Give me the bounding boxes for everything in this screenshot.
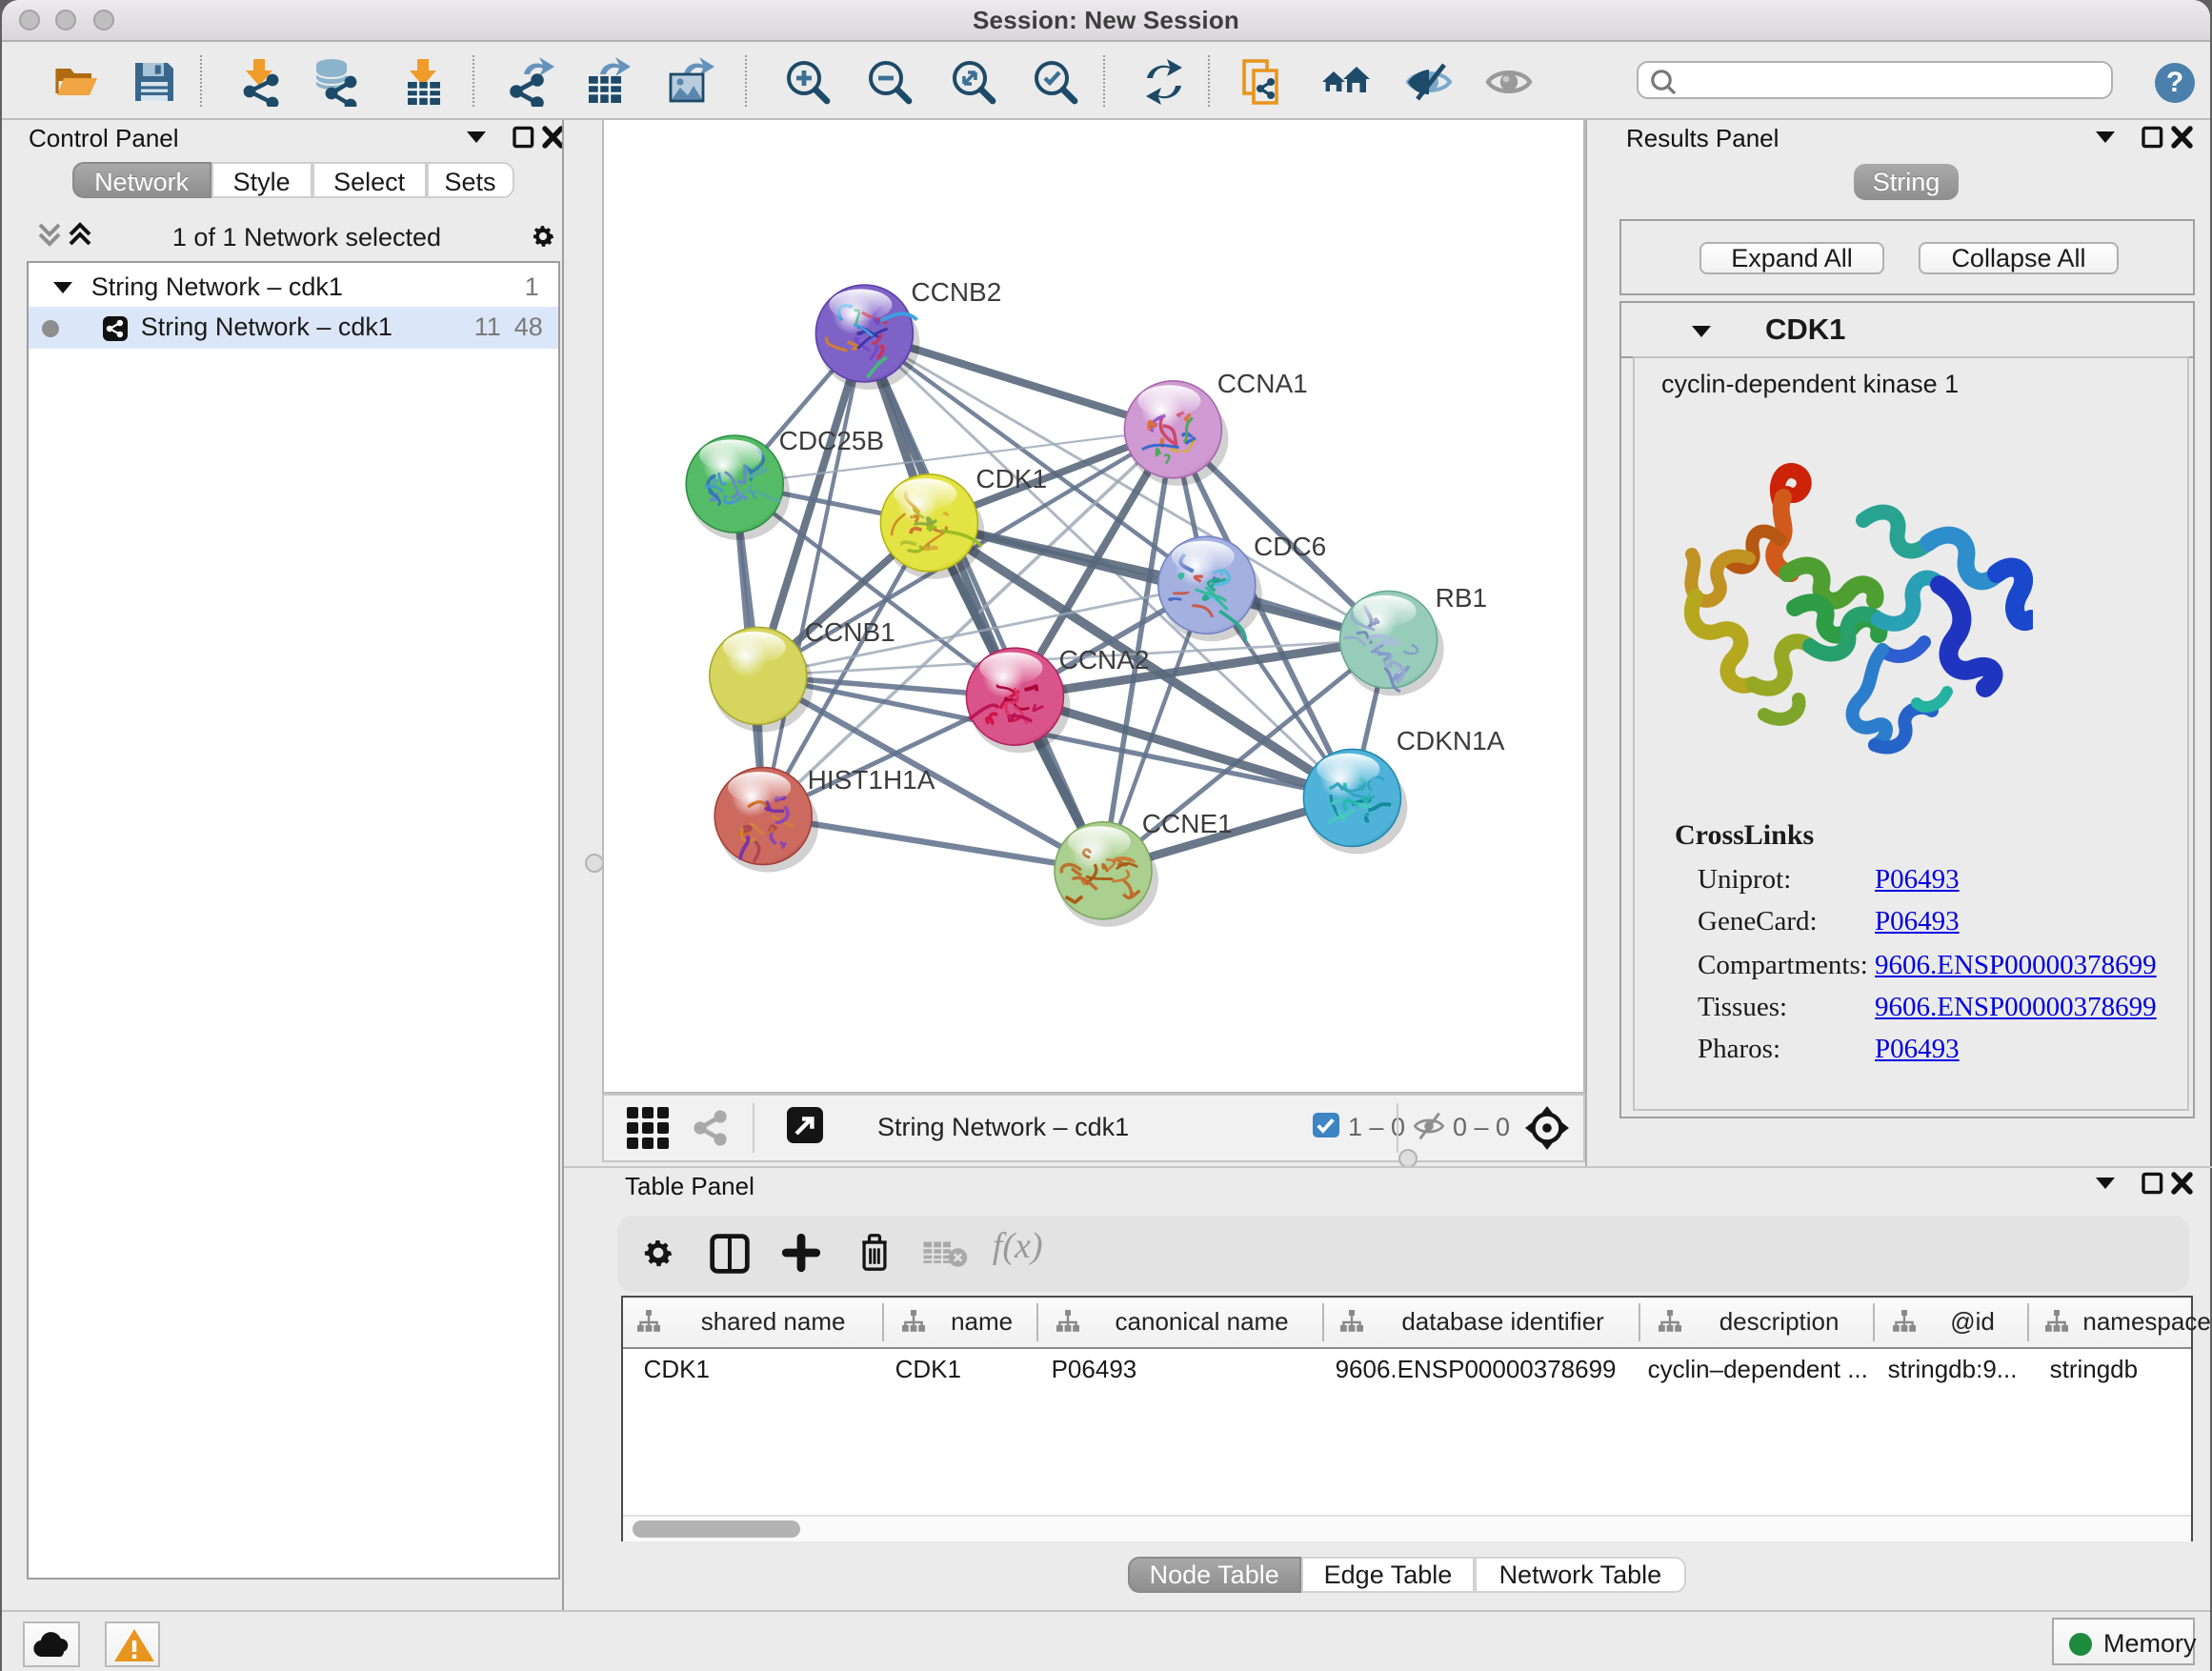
svg-text:CCNE1: CCNE1 bbox=[1141, 808, 1232, 837]
svg-text:CCNA1: CCNA1 bbox=[1217, 368, 1307, 397]
svg-text:CCNB2: CCNB2 bbox=[910, 276, 1000, 306]
svg-text:CCNB1: CCNB1 bbox=[804, 616, 895, 646]
svg-text:HIST1H1A: HIST1H1A bbox=[807, 764, 935, 794]
svg-text:CDC25B: CDC25B bbox=[778, 425, 883, 454]
svg-text:RB1: RB1 bbox=[1435, 582, 1486, 612]
svg-text:CCNA2: CCNA2 bbox=[1058, 644, 1149, 674]
svg-text:CDK1: CDK1 bbox=[975, 463, 1046, 493]
svg-text:CDKN1A: CDKN1A bbox=[1396, 725, 1504, 755]
svg-text:CDC6: CDC6 bbox=[1253, 531, 1325, 560]
